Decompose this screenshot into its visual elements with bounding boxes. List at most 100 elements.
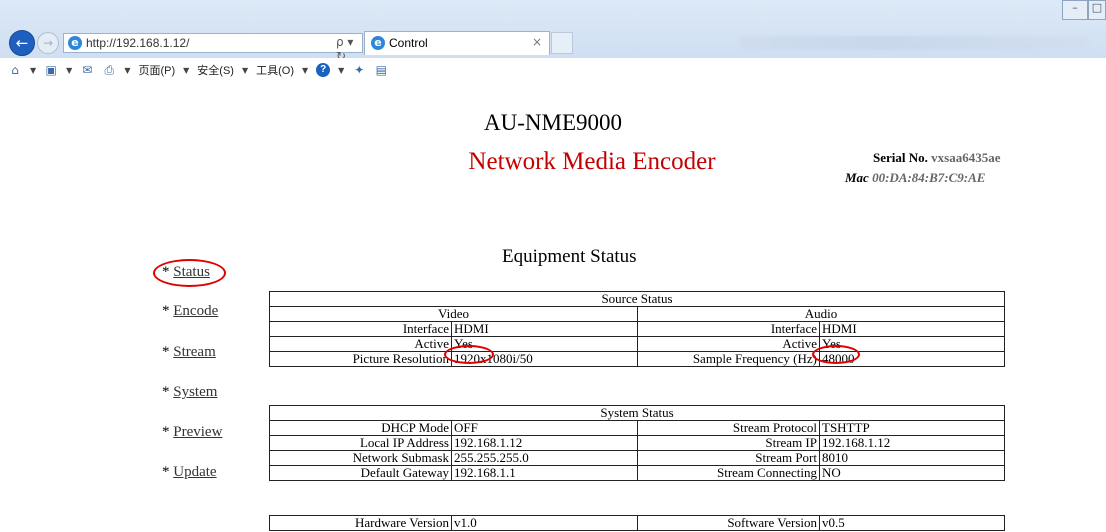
command-bar: ⌂ ▼ ▣ ▼ ✉ ⎙ ▼ 页面(P) ▼ 安全(S) ▼ 工具(O) ▼ ? ▼ ✦ ▤ [0,58,1106,82]
address-bar[interactable]: e http://192.168.1.12/ ρ ▾ ↻ [63,33,363,63]
nav-item-update[interactable]: * Update [162,464,217,481]
sample-frequency-label: Sample Frequency (Hz) [637,351,820,367]
video-interface-label: Interface [269,321,452,337]
tab-label: Control [389,36,428,50]
source-status-table: Source Status Video Audio Interface HDMI… [268,291,1006,367]
network-submask-value: 255.255.255.0 [451,450,638,466]
version-table: Hardware Version v1.0 Software Version v… [269,515,1005,531]
new-tab-button[interactable] [551,32,573,54]
extension-icon[interactable]: ✦ [352,63,366,77]
chevron-down-icon: ▼ [183,65,190,75]
serial-number: Serial No. vxsaa6435ae [873,150,1000,166]
nav-bullet: * [162,303,174,319]
browser-titlebar: – □ ← → e http://192.168.1.12/ ρ ▾ ↻ e C… [0,0,1106,63]
stream-protocol-value: TSHTTP [818,420,1006,436]
arrow-right-icon: → [42,36,54,50]
table-row: Picture Resolution 1920x1080i/50 Sample … [269,351,1006,367]
menu-safety[interactable]: 安全(S) [197,62,234,78]
default-gateway-value: 192.168.1.1 [451,465,638,481]
nav-item-encode[interactable]: * Encode [162,303,218,320]
hardware-version-value: v1.0 [451,515,638,531]
nav-link-status[interactable]: Status [173,264,210,280]
nav-item-preview[interactable]: * Preview [162,424,222,441]
url-text[interactable]: http://192.168.1.12/ [86,36,189,50]
nav-item-status[interactable]: * Status [162,264,210,281]
nav-bullet: * [162,424,174,440]
minimize-icon[interactable]: – [1062,0,1088,20]
table-row: Network Submask 255.255.255.0 Stream Por… [269,450,1006,466]
stream-protocol-label: Stream Protocol [637,420,820,436]
default-gateway-label: Default Gateway [269,465,452,481]
dhcp-mode-label: DHCP Mode [269,420,452,436]
picture-resolution-value: 1920x1080i/50 [451,351,638,367]
software-version-value: v0.5 [819,515,1005,531]
video-active-label: Active [269,336,452,352]
nav-link-preview[interactable]: Preview [173,424,222,440]
mail-icon[interactable]: ✉ [80,63,94,77]
nav-bullet: * [162,464,174,480]
mac-value: 00:DA:84:B7:C9:AE [872,170,986,185]
picture-resolution-label: Picture Resolution [269,351,452,367]
chevron-down-icon: ▼ [302,65,309,75]
maximize-icon[interactable]: □ [1088,0,1106,20]
chevron-down-icon[interactable]: ▼ [30,66,36,75]
nav-link-stream[interactable]: Stream [173,344,216,360]
chevron-down-icon: ▼ [338,65,345,75]
nav-link-system[interactable]: System [173,384,217,400]
nav-bullet: * [162,384,174,400]
dhcp-mode-value: OFF [451,420,638,436]
network-submask-label: Network Submask [269,450,452,466]
audio-header: Audio [636,306,1006,322]
stream-ip-value: 192.168.1.12 [818,435,1006,451]
stream-connecting-label: Stream Connecting [637,465,820,481]
page-title: Equipment Status [502,246,637,267]
audio-interface-label: Interface [637,321,820,337]
stream-connecting-value: NO [818,465,1006,481]
mac-label: Mac [845,170,869,185]
close-icon[interactable]: × [532,35,542,49]
chevron-down-icon[interactable]: ▼ [66,66,72,75]
table-row: Active Yes Active Yes [269,336,1006,352]
source-status-title: Source Status [268,291,1006,307]
print-icon[interactable]: ⎙ [102,63,116,77]
table-row: Interface HDMI Interface HDMI [269,321,1006,337]
feeds-icon[interactable]: ▣ [44,63,58,77]
audio-interface-value: HDMI [818,321,1006,337]
serial-value: vxsaa6435ae [931,150,1001,165]
ie-icon: e [68,36,82,50]
nav-link-update[interactable]: Update [173,464,216,480]
system-status-title: System Status [268,405,1006,421]
audio-active-value: Yes [818,336,1006,352]
menu-page[interactable]: 页面(P) [138,62,175,78]
local-ip-value: 192.168.1.12 [451,435,638,451]
audio-active-label: Active [637,336,820,352]
table-row: Hardware Version v1.0 Software Version v… [269,515,1005,531]
table-row: Default Gateway 192.168.1.1 Stream Conne… [269,465,1006,481]
nav-bullet: * [162,344,174,360]
back-button[interactable]: ← [9,30,35,56]
stream-port-value: 8010 [818,450,1006,466]
chevron-down-icon[interactable]: ▼ [124,66,130,75]
system-status-table: System Status DHCP Mode OFF Stream Proto… [268,405,1006,481]
help-icon[interactable]: ? [316,63,331,77]
nav-item-system[interactable]: * System [162,384,217,401]
tab-control[interactable]: e Control × [364,31,550,55]
research-icon[interactable]: ▤ [374,63,388,77]
mac-address: Mac 00:DA:84:B7:C9:AE [845,170,985,186]
video-header: Video [269,306,638,322]
arrow-left-icon: ← [15,34,29,52]
nav-bullet: * [162,264,174,280]
menu-tools[interactable]: 工具(O) [256,62,294,78]
stream-ip-label: Stream IP [637,435,820,451]
nav-item-stream[interactable]: * Stream [162,344,216,361]
sample-frequency-value: 48000 [818,351,1006,367]
table-row: DHCP Mode OFF Stream Protocol TSHTTP [269,420,1006,436]
chevron-down-icon: ▼ [241,65,249,75]
local-ip-label: Local IP Address [269,435,452,451]
ie-icon: e [371,36,385,50]
forward-button[interactable]: → [37,32,59,54]
product-name: AU-NME9000 [484,110,622,135]
home-icon[interactable]: ⌂ [8,63,22,77]
nav-link-encode[interactable]: Encode [173,303,218,319]
hardware-version-label: Hardware Version [269,515,452,531]
